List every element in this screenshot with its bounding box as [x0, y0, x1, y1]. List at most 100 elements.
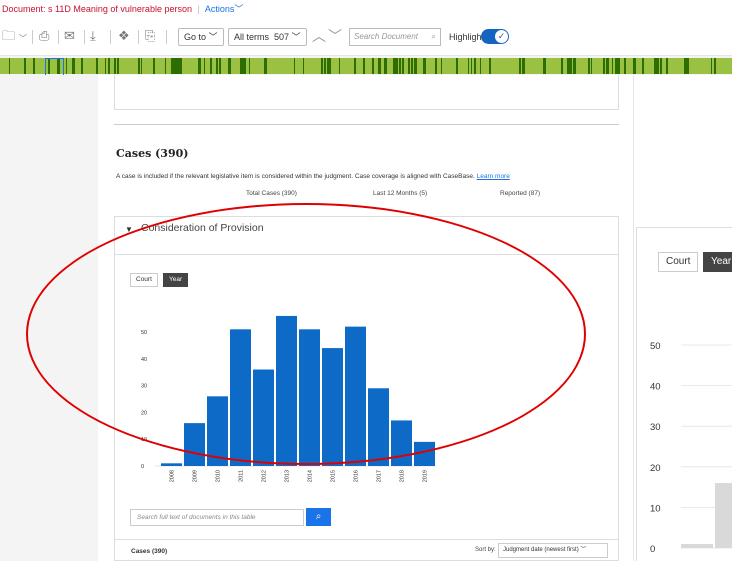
next-hit-icon[interactable]: ﹀ [328, 26, 342, 46]
y-tick-label: 0 [650, 544, 655, 555]
hit-tick [363, 58, 365, 74]
terms-select[interactable]: All terms 507 ﹀ [228, 28, 307, 46]
print-icon[interactable]: ⎙ [39, 28, 49, 44]
section-divider [114, 124, 619, 125]
y-tick-label: 0 [141, 464, 144, 470]
x-tick-label: 2014 [308, 470, 314, 482]
y-tick-label: 30 [650, 422, 661, 433]
bar-2009 [715, 483, 732, 548]
y-tick-label: 50 [650, 341, 661, 352]
bar-2019 [414, 441, 435, 466]
hit-tick [324, 58, 326, 74]
hit-tick [228, 58, 231, 74]
toolbar-divider [166, 30, 167, 44]
hit-tick [204, 58, 205, 74]
hit-tick [474, 58, 476, 74]
y-tick-label: 40 [650, 382, 661, 393]
document-title: s 11D Meaning of vulnerable person [48, 4, 192, 14]
x-tick-label: 2015 [331, 470, 337, 482]
hit-tick [666, 58, 668, 74]
search-table-input[interactable]: Search full text of documents in this ta… [130, 509, 304, 526]
hit-tick [711, 58, 712, 74]
bar-2013 [276, 315, 297, 466]
hit-tick [606, 58, 609, 74]
hit-tick [411, 58, 413, 74]
sort-select[interactable]: Judgment date (newest first) ﹀ [498, 543, 608, 558]
document-toolbar: 🗀 ﹀ ⎙ ✉ ⤓ ❖ ⎘ Go to ﹀ All terms 507 ﹀ ︿ … [0, 18, 732, 56]
hit-tick [372, 58, 374, 74]
hit-tick [624, 58, 626, 74]
hit-tick [423, 58, 426, 74]
hit-tick [330, 58, 331, 74]
actions-label: Actions [204, 4, 235, 14]
hit-tick [573, 58, 576, 74]
reported-tab[interactable]: Reported (87) [500, 190, 540, 197]
hit-tick [180, 58, 182, 74]
last-12-months-tab[interactable]: Last 12 Months (5) [373, 190, 427, 197]
highlight-toggle[interactable]: ✓ [481, 29, 509, 44]
hit-tick [612, 58, 613, 74]
hit-tick [480, 58, 481, 74]
hit-tick [210, 58, 212, 74]
bar-2011 [230, 329, 251, 466]
hit-tick [339, 58, 340, 74]
learn-more-link[interactable]: Learn more [477, 173, 510, 180]
main-content: Cases (390) A case is included if the re… [98, 75, 633, 561]
bar-2017 [368, 388, 389, 466]
hit-tick [561, 58, 563, 74]
notes-icon[interactable]: ⎘ [145, 28, 155, 44]
title-separator: | [197, 4, 200, 14]
previous-hit-icon[interactable]: ︿ [312, 26, 326, 46]
folder-icon[interactable]: 🗀 [2, 28, 15, 44]
hit-tick [402, 58, 404, 74]
hit-tick [219, 58, 221, 74]
toolbar-divider [138, 30, 139, 44]
hit-tick [66, 58, 67, 74]
hit-tick [408, 58, 410, 74]
email-icon[interactable]: ✉ [64, 28, 75, 44]
left-gutter [0, 75, 90, 561]
actions-menu[interactable]: Actions﹀ [205, 4, 244, 14]
hit-tick [141, 58, 142, 74]
hit-tick [198, 58, 201, 74]
search-table-button[interactable]: ⌕ [306, 508, 331, 526]
zoomed-chart-panel: Court Year 0 10 20 30 40 50 [636, 227, 732, 561]
hit-tick [603, 58, 605, 74]
hit-tick [687, 58, 689, 74]
hit-tick [570, 58, 572, 74]
hit-tick [471, 58, 472, 74]
hit-tick [114, 58, 116, 74]
x-tick-label: 2008 [170, 470, 176, 482]
consideration-panel: ▼ Consideration of Provision Court Year … [114, 216, 619, 561]
search-icon[interactable]: ⌕ [432, 29, 436, 45]
bar-2015 [322, 348, 343, 466]
hit-tick [24, 58, 26, 74]
cases-by-year-chart: 0 10 20 30 40 50 2008 2009 2010 2011 2012 2013 2014 2… [141, 315, 435, 482]
chevron-down-icon[interactable]: ﹀ [19, 31, 27, 47]
cases-description-text: A case is included if the relevant legis… [116, 173, 475, 180]
dropbox-icon[interactable]: ❖ [118, 28, 130, 44]
toolbar-divider [84, 30, 85, 44]
hit-tick [165, 58, 166, 74]
hit-navigation-bar[interactable] [0, 58, 732, 74]
chevron-down-icon: ﹀ [208, 32, 218, 42]
hit-tick [414, 58, 417, 74]
x-tick-label: 2009 [193, 470, 199, 482]
x-tick-label: 2012 [262, 470, 268, 482]
table-cases-label: Cases (390) [131, 548, 168, 555]
goto-button[interactable]: Go to ﹀ [178, 28, 224, 46]
bar-2014 [299, 329, 320, 466]
hit-tick [396, 58, 398, 74]
hit-tick [117, 58, 119, 74]
hit-tick [354, 58, 356, 74]
hit-tick [81, 58, 83, 74]
bar-2008 [161, 463, 182, 466]
hit-tick [489, 58, 491, 74]
total-cases-tab[interactable]: Total Cases (390) [246, 190, 297, 197]
download-icon[interactable]: ⤓ [90, 28, 96, 44]
hit-tick [522, 58, 525, 74]
hit-tick [642, 58, 644, 74]
check-icon: ✓ [495, 30, 508, 43]
search-document-input[interactable]: Search Document ⌕ [349, 28, 441, 46]
highlight-label: Highlight [449, 32, 485, 42]
